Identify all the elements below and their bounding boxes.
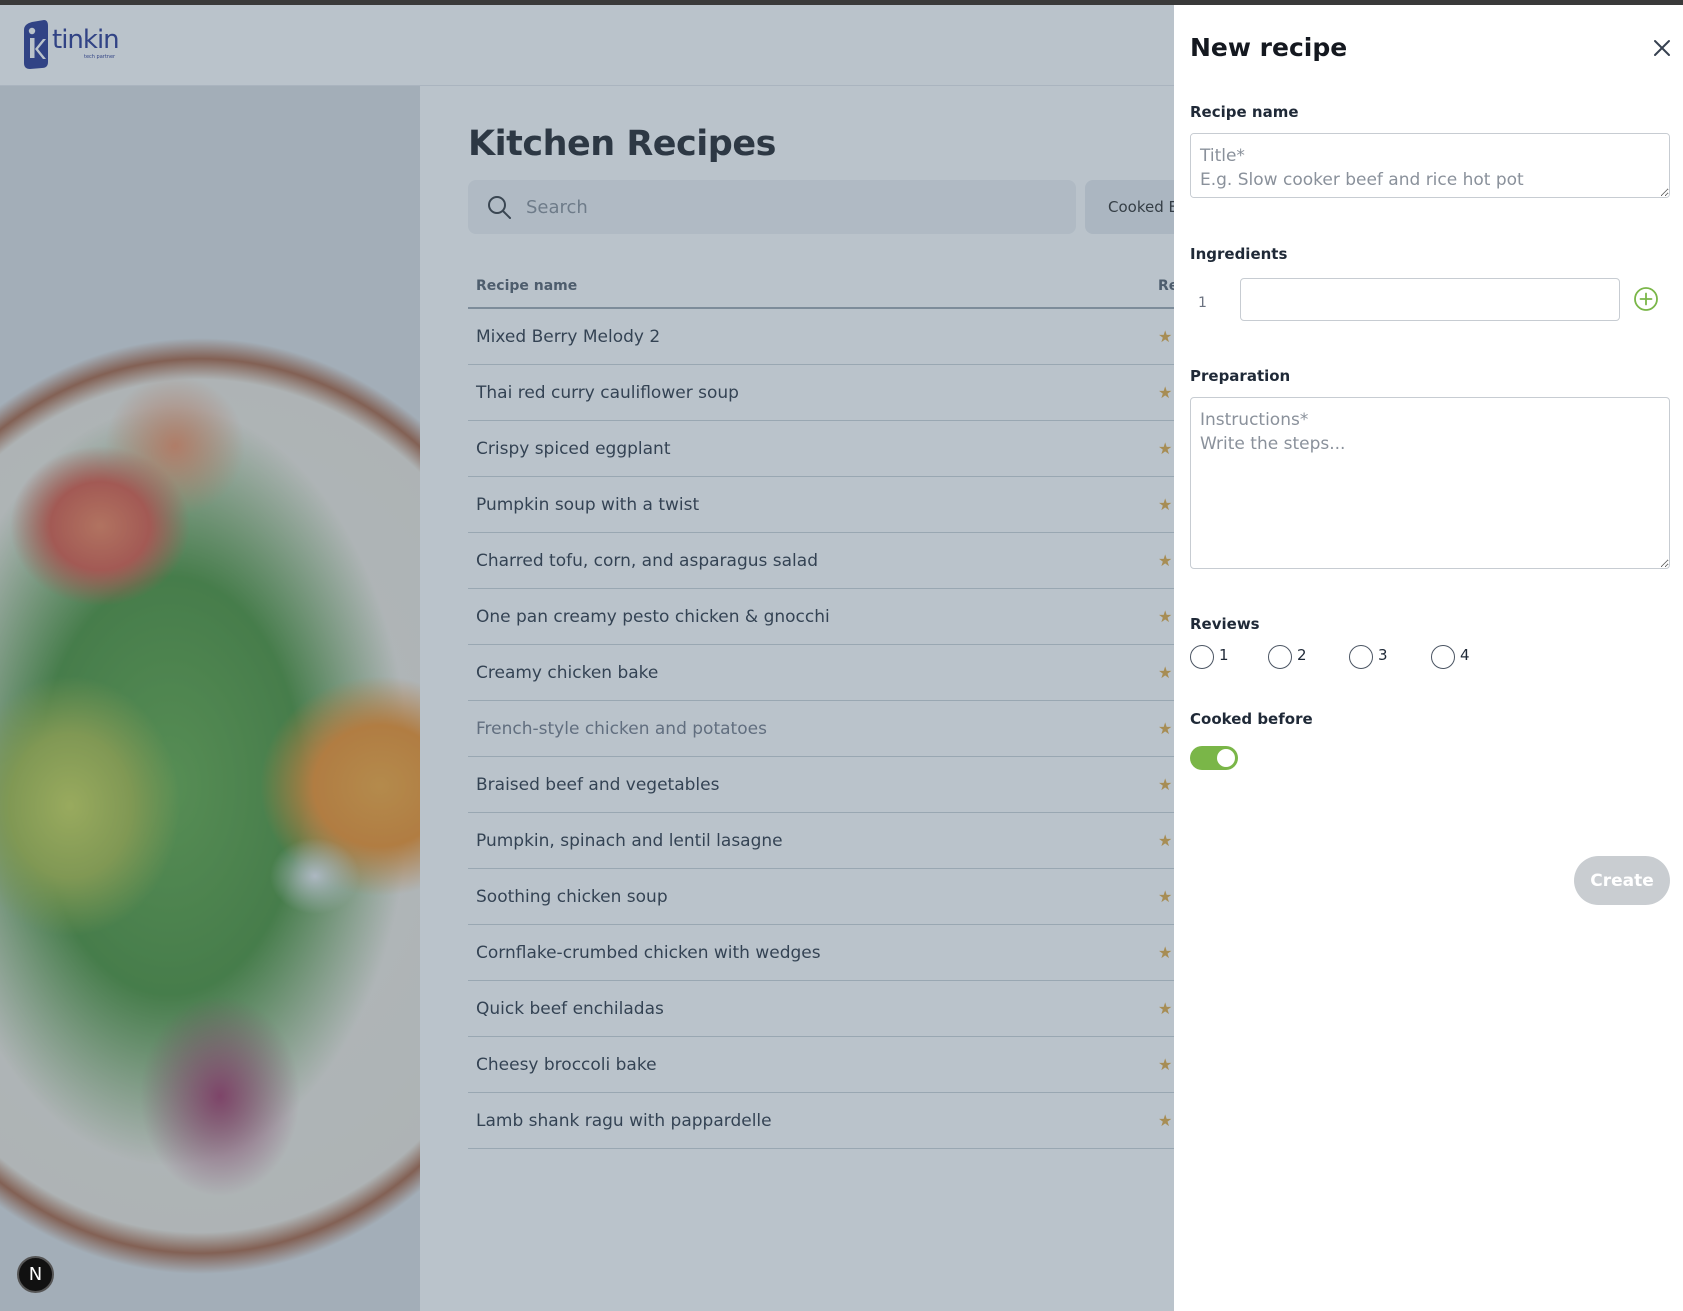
review-option-1[interactable]: 1 [1190,645,1229,669]
cooked-before-toggle[interactable] [1190,746,1238,770]
radio-label: 2 [1297,646,1307,664]
radio-circle[interactable] [1431,645,1455,669]
add-ingredient-button[interactable] [1632,285,1660,313]
dev-tools-badge[interactable]: N [17,1256,54,1293]
drawer-title: New recipe [1190,33,1348,62]
radio-circle[interactable] [1268,645,1292,669]
radio-circle[interactable] [1349,645,1373,669]
instructions-field[interactable] [1190,397,1670,569]
close-icon [1654,40,1670,56]
review-option-2[interactable]: 2 [1268,645,1307,669]
ingredient-index: 1 [1198,295,1207,311]
cooked-before-label: Cooked before [1190,710,1313,728]
recipe-title-field[interactable] [1190,133,1670,198]
recipe-name-label: Recipe name [1190,103,1299,121]
create-button[interactable]: Create [1574,856,1670,905]
close-drawer-button[interactable] [1647,33,1677,63]
preparation-label: Preparation [1190,367,1291,385]
review-option-4[interactable]: 4 [1431,645,1470,669]
review-option-3[interactable]: 3 [1349,645,1388,669]
reviews-label: Reviews [1190,615,1260,633]
ingredients-label: Ingredients [1190,245,1288,263]
toggle-knob [1217,749,1235,767]
radio-label: 1 [1219,646,1229,664]
radio-circle[interactable] [1190,645,1214,669]
new-recipe-drawer: New recipe Recipe name Ingredients 1 Pre… [1174,5,1683,1311]
plus-circle-icon [1634,287,1658,311]
ingredient-input[interactable] [1240,278,1620,321]
radio-label: 4 [1460,646,1470,664]
radio-label: 3 [1378,646,1388,664]
